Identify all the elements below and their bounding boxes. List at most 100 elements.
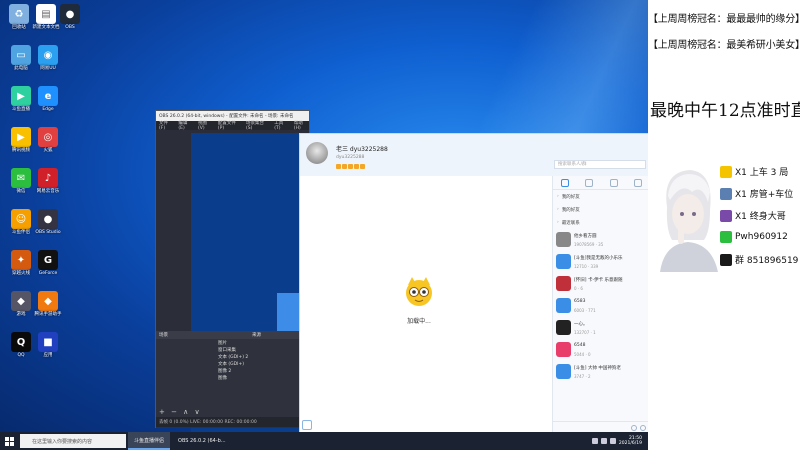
badge-icon	[336, 164, 341, 169]
obs-menu-item[interactable]: 场景集合(S)	[246, 120, 269, 131]
stream-info-row: X1 上车 3 局	[720, 165, 788, 178]
desktop-icon[interactable]: ♪ 网易云音乐	[33, 168, 63, 194]
desktop-icon[interactable]: ♻ 回收站	[4, 4, 34, 30]
volume-icon[interactable]	[609, 438, 616, 444]
app-icon: e	[38, 86, 58, 106]
tab-groups-icon[interactable]	[609, 178, 618, 187]
contact-avatar[interactable]	[306, 142, 328, 164]
desktop-icon-label: 斗鱼伴侣	[12, 230, 30, 235]
contact-item-stats: 132707 · 1	[574, 330, 596, 335]
obs-dock: 场景 来源 图片 窗口采集 文本 (GDI+) 2 文本 (GDI+) 图像 2 图像 +…	[156, 331, 311, 428]
add-icon[interactable]	[631, 424, 637, 431]
taskbar-search-input[interactable]: 在这里输入你要搜索的内容	[20, 434, 126, 448]
network-icon[interactable]	[600, 438, 607, 444]
contact-avatar	[556, 254, 571, 269]
desktop-icon[interactable]: ◎ 火狐	[33, 127, 63, 153]
desktop-icon-label: 斗鱼直播	[12, 107, 30, 112]
chevron-right-icon: ›	[557, 194, 559, 199]
desktop-icon[interactable]: ◉ 网易UU	[33, 45, 63, 71]
obs-source-item[interactable]: 图像	[156, 374, 311, 381]
obs-source-item[interactable]: 文本 (GDI+) 2	[156, 353, 311, 360]
desktop-icon-label: 微信	[16, 189, 26, 194]
desktop-icon-label: 游戏	[16, 312, 26, 317]
obs-menu-item[interactable]: 配置文件(P)	[218, 120, 241, 131]
info-icon	[720, 165, 732, 178]
desktop-icon[interactable]: G GeForce	[33, 250, 63, 276]
desktop-icon[interactable]: ■ 应用	[33, 332, 63, 358]
contact-signature: dyu3225288	[336, 155, 365, 160]
obs-menu-item[interactable]: 帮助(H)	[294, 120, 309, 131]
taskbar-app-douyu[interactable]: 斗鱼直播伴侣	[128, 432, 171, 450]
info-icon	[720, 209, 732, 222]
desktop-icon[interactable]: ● OBS	[55, 4, 85, 30]
desktop-icon[interactable]: ✉ 微信	[6, 168, 36, 194]
stream-schedule: 最晚中午12点准时直播	[650, 101, 800, 121]
tray-icon[interactable]	[591, 438, 598, 444]
desktop-icon-label: 网易UU	[40, 66, 56, 71]
message-area[interactable]: 加载中...	[300, 176, 552, 432]
contacts-tabs	[553, 176, 648, 190]
obs-window[interactable]: OBS 26.0.2 (64-bit, windows) - 配置文件: 未命名…	[155, 110, 347, 432]
contact-item[interactable]: 6548 5044 · 0	[553, 339, 648, 361]
desktop-icon[interactable]: Q QQ	[6, 332, 36, 358]
obs-source-item[interactable]: 窗口采集	[156, 346, 311, 353]
stream-info-text: Pwh960912	[735, 232, 788, 242]
obs-menu-item[interactable]: 视图(V)	[198, 120, 213, 131]
desktop-icon-label: 腾讯手游助手	[34, 312, 62, 317]
obs-dock-controls[interactable]: + − ∧ ∨	[156, 408, 202, 416]
stream-info-row: X1 房管+车位	[720, 187, 793, 200]
desktop-icon[interactable]: ☺ 斗鱼伴侣	[6, 209, 36, 235]
app-icon: G	[38, 250, 58, 270]
desktop-icon[interactable]: ▭ 此电脑	[6, 45, 36, 71]
contact-group[interactable]: › 我的好友	[553, 190, 648, 203]
tab-friends-icon[interactable]	[585, 178, 594, 187]
desktop-icon[interactable]: ✦ 穿越火线	[6, 250, 36, 276]
obs-source-item[interactable]: 图像 2	[156, 367, 311, 374]
contact-item-stats: 12710 · 339	[574, 264, 599, 269]
settings-icon[interactable]	[640, 424, 646, 431]
app-icon: ▶	[11, 86, 31, 106]
stream-info-text: X1 终身大哥	[735, 212, 786, 222]
contact-item-name: 6548	[574, 343, 586, 348]
desktop-icon[interactable]: e Edge	[33, 86, 63, 112]
scenes-header: 场景	[159, 333, 168, 338]
contact-item[interactable]: [斗鱼] 大帅 中国神狗老 3747 · 2	[553, 361, 648, 383]
contact-item[interactable]: [怀旧] 卡-伊卡 乐意跟随 0 · 6	[553, 273, 648, 295]
contact-item[interactable]: 他乡看方圆 19078569 · 35	[553, 229, 648, 251]
contact-avatar	[556, 298, 571, 313]
desktop-icon-label: OBS	[65, 25, 75, 30]
contact-item[interactable]: [斗鱼]我是无敌的小乐乐 12710 · 339	[553, 251, 648, 273]
emoji-icon[interactable]	[302, 420, 312, 430]
desktop-icon[interactable]: ▶ 腾讯视频	[6, 127, 36, 153]
taskbar-app-obs[interactable]: OBS 26.0.2 (64-b...	[172, 432, 232, 450]
clock[interactable]: 21:50 2021/6/19	[619, 436, 642, 446]
desktop-icon[interactable]: ● OBS Studio	[33, 209, 63, 235]
contact-group[interactable]: › 我的好友	[553, 203, 648, 216]
obs-menu-item[interactable]: 工具(T)	[274, 120, 289, 131]
obs-source-item[interactable]: 图片	[156, 339, 311, 346]
obs-status-text: 丢帧 0 (0.0%) LIVE: 00:00:00 REC: 00:00:00	[159, 420, 257, 425]
start-button[interactable]	[0, 432, 18, 450]
desktop-icon-label: 穿越火线	[12, 271, 30, 276]
obs-dock-header: 场景 来源	[156, 331, 311, 339]
contact-group-label: 最近联系	[561, 220, 580, 226]
contact-badges	[336, 164, 365, 169]
sources-header: 来源	[252, 333, 261, 338]
chat-window[interactable]: 老三 dyu3225288 dyu3225288 搜索联系人/群 加载中...	[299, 133, 648, 432]
contact-item[interactable]: 6583 6003 · 771	[553, 295, 648, 317]
obs-title: OBS 26.0.2 (64-bit, windows) - 配置文件: 未命名…	[159, 114, 294, 119]
contact-group[interactable]: › 最近联系	[553, 216, 648, 229]
contact-search-input[interactable]: 搜索联系人/群	[554, 160, 646, 169]
tab-home-icon[interactable]	[561, 178, 570, 187]
contact-avatar	[556, 232, 571, 247]
obs-menu-item[interactable]: 编辑(E)	[178, 120, 193, 131]
desktop-icon-label: QQ	[17, 353, 25, 358]
desktop-icon[interactable]: ▶ 斗鱼直播	[6, 86, 36, 112]
tab-settings-icon[interactable]	[633, 178, 642, 187]
desktop-icon[interactable]: ◆ 游戏	[6, 291, 36, 317]
contact-item[interactable]: 一心。 132707 · 1	[553, 317, 648, 339]
desktop-icon[interactable]: ◆ 腾讯手游助手	[33, 291, 63, 317]
obs-source-item[interactable]: 文本 (GDI+)	[156, 360, 311, 367]
contact-group-label: 我的好友	[561, 194, 580, 200]
obs-menu-item[interactable]: 文件(F)	[159, 120, 173, 131]
